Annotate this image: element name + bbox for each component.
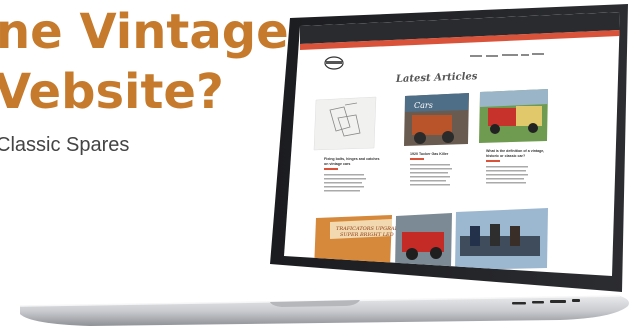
port-usb [512,302,526,305]
svg-text:SUPER BRIGHT LED: SUPER BRIGHT LED [340,232,394,238]
port-thunderbolt [532,301,544,304]
svg-text:1920 Tucker Gas Killer: 1920 Tucker Gas Killer [410,152,449,156]
svg-text:historic or classic car?: historic or classic car? [486,154,525,158]
port-hdmi [550,300,566,303]
svg-text:What is the definition of a vi: What is the definition of a vintage, [486,149,544,153]
svg-text:Cars: Cars [414,101,433,110]
article-images: Cars [313,89,548,151]
laptop-illustration: Latest Articles Cars Fixing bolts, hinge… [19,4,629,326]
svg-text:Fixing bolts, hinges and catch: Fixing bolts, hinges and catches [324,157,380,161]
port-power [572,299,580,302]
svg-text:on vintage cars: on vintage cars [324,162,350,166]
